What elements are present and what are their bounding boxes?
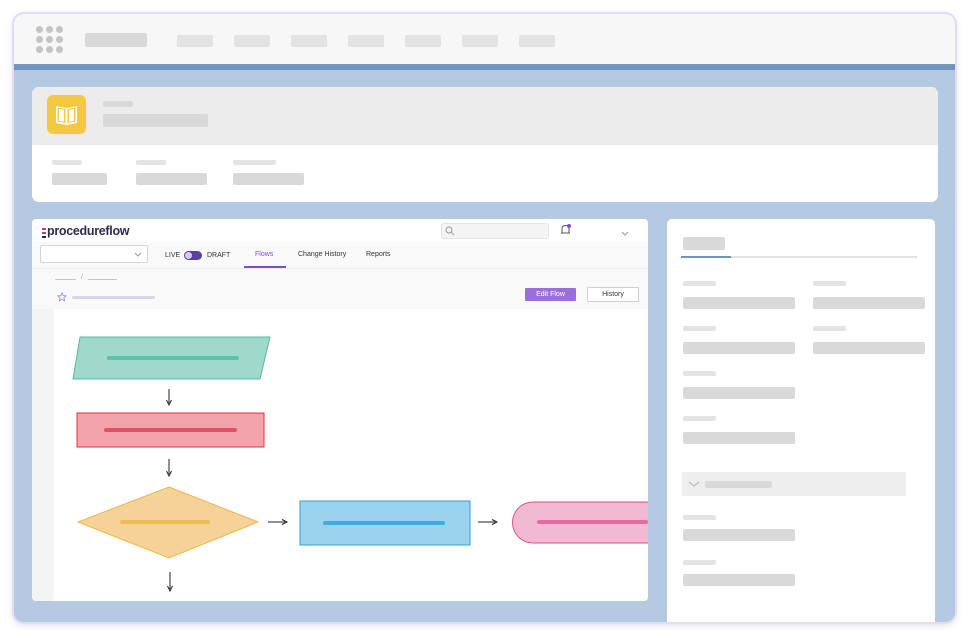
flow-node-action[interactable] — [299, 500, 471, 546]
record-type-placeholder — [103, 101, 133, 107]
field-label — [52, 160, 82, 165]
field-label — [136, 160, 166, 165]
arrow-icon — [478, 519, 499, 525]
nav-item[interactable] — [177, 35, 213, 47]
field-value — [683, 342, 795, 354]
field-label — [813, 326, 846, 331]
field-value — [683, 529, 795, 541]
field-value — [233, 173, 304, 185]
field-value — [813, 297, 925, 309]
field-value — [52, 173, 107, 185]
chevron-down-icon[interactable] — [620, 225, 630, 236]
star-icon[interactable] — [57, 292, 67, 302]
field-value — [683, 432, 795, 444]
top-bar-accent — [14, 64, 955, 70]
procedureflow-logo: procedureflow — [47, 224, 130, 238]
section-title-placeholder — [705, 481, 772, 488]
arrow-icon — [166, 389, 172, 407]
details-panel — [667, 219, 935, 622]
breadcrumb-item[interactable] — [55, 279, 76, 280]
arrow-icon — [166, 459, 172, 478]
grid-dots-icon[interactable] — [36, 26, 64, 54]
field-label — [683, 326, 716, 331]
nav-item[interactable] — [291, 35, 327, 47]
field-label — [683, 281, 716, 286]
arrow-icon — [268, 519, 289, 525]
flow-node-end[interactable] — [512, 501, 649, 544]
live-label: LIVE — [165, 252, 181, 259]
record-header — [32, 87, 938, 202]
flow-node-start[interactable] — [72, 336, 271, 380]
draft-label: DRAFT — [207, 252, 231, 259]
field-label — [233, 160, 276, 165]
breadcrumb-separator: / — [81, 274, 83, 281]
edit-flow-button[interactable]: Edit Flow — [525, 288, 576, 301]
arrow-icon — [167, 572, 173, 593]
history-button[interactable]: History — [587, 287, 639, 302]
field-label — [683, 371, 716, 376]
flow-title-placeholder — [72, 296, 155, 299]
flow-node-decision[interactable] — [76, 486, 260, 559]
field-value — [683, 387, 795, 399]
logo-mark — [42, 228, 46, 238]
field-value — [136, 173, 207, 185]
flow-select[interactable] — [40, 245, 148, 263]
chevron-down-icon — [134, 252, 142, 257]
book-open-icon — [47, 95, 86, 134]
nav-item[interactable] — [405, 35, 441, 47]
collapsible-section[interactable] — [682, 472, 906, 496]
record-name-placeholder — [103, 114, 208, 127]
flow-node-process[interactable] — [76, 412, 265, 448]
field-value — [683, 574, 795, 586]
bell-icon[interactable] — [559, 223, 573, 237]
procedureflow-nav: LIVE DRAFT Flows Change History Reports — [32, 242, 648, 269]
field-label — [683, 515, 716, 520]
field-label — [683, 560, 716, 565]
search-input[interactable] — [441, 223, 549, 239]
app-title-placeholder — [85, 33, 147, 47]
field-label — [813, 281, 846, 286]
field-label — [683, 416, 716, 421]
nav-item[interactable] — [519, 35, 555, 47]
tab-reports[interactable]: Reports — [366, 251, 391, 258]
live-draft-toggle[interactable] — [184, 251, 202, 260]
nav-item[interactable] — [234, 35, 270, 47]
nav-item[interactable] — [462, 35, 498, 47]
panel-tab[interactable] — [683, 237, 725, 250]
field-value — [683, 297, 795, 309]
app-window: procedureflow LIVE DRAFT Flows Change Hi… — [14, 14, 955, 622]
field-value — [813, 342, 925, 354]
chevron-down-icon — [688, 481, 700, 487]
active-tab-indicator — [681, 256, 731, 258]
top-bar — [14, 14, 955, 64]
procedureflow-panel: procedureflow LIVE DRAFT Flows Change Hi… — [32, 219, 648, 601]
active-tab-indicator — [244, 266, 286, 268]
tab-change-history[interactable]: Change History — [298, 251, 346, 258]
flow-canvas — [72, 336, 649, 593]
nav-item[interactable] — [348, 35, 384, 47]
search-icon — [445, 226, 455, 236]
tab-flows[interactable]: Flows — [255, 251, 273, 258]
breadcrumb-item[interactable] — [88, 279, 117, 280]
